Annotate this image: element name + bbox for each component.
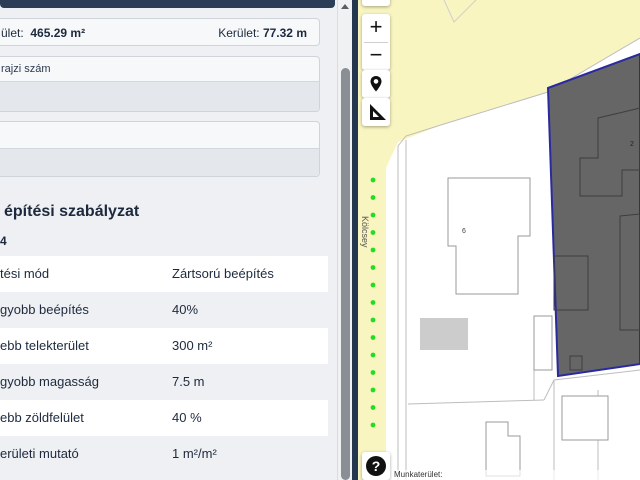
regulation-zone-code: 4 xyxy=(0,234,7,248)
table-row: gyobb beépítés 40% xyxy=(0,292,328,328)
table-row: tési mód Zártsorú beépítés xyxy=(0,256,328,292)
map-attribution: Munkaterület: xyxy=(392,470,640,480)
boundary-dot xyxy=(370,352,376,358)
row-key: gyobb magasság xyxy=(0,374,100,389)
locate-button[interactable] xyxy=(362,70,390,98)
row-key: ebb zöldfelület xyxy=(0,410,84,425)
boundary-dot xyxy=(370,177,376,183)
topographic-number-field: rajzi szám xyxy=(0,56,320,112)
zoom-in-button[interactable]: + xyxy=(362,14,390,42)
table-row: ebb zöldfelület 40 % xyxy=(0,400,328,436)
boundary-dots xyxy=(370,177,376,428)
second-field-value[interactable] xyxy=(0,148,319,176)
scrollbar-thumb[interactable] xyxy=(341,68,350,480)
road-label: Kölcsey xyxy=(360,216,370,248)
table-row: erületi mutató 1 m²/m² xyxy=(0,436,328,472)
map-view[interactable]: Kölcsey 6 2 + − ? Munkaterület: xyxy=(358,0,640,480)
row-key: ebb telekterület xyxy=(0,338,89,353)
building-number: 6 xyxy=(462,228,466,235)
row-value: 40 % xyxy=(172,410,202,425)
panel-header-bar xyxy=(0,0,335,8)
area-value: 465.29 m² xyxy=(30,26,86,40)
map-tool-top[interactable] xyxy=(362,0,390,6)
map-pin-icon xyxy=(370,76,382,92)
boundary-dot xyxy=(370,195,376,200)
second-field xyxy=(0,121,320,177)
row-value: Zártsorú beépítés xyxy=(172,266,274,281)
row-value: 7.5 m xyxy=(172,374,205,389)
topographic-number-label: rajzi szám xyxy=(1,63,51,75)
boundary-dot xyxy=(370,230,376,235)
boundary-dot xyxy=(370,300,376,305)
boundary-dot xyxy=(370,335,376,340)
panel-scrollbar[interactable] xyxy=(337,0,352,480)
info-panel: ület: 465.29 m² Kerület: 77.32 m rajzi s… xyxy=(0,0,352,480)
table-row: gyobb magasság 7.5 m xyxy=(0,364,328,400)
boundary-dot xyxy=(370,317,376,323)
zoom-out-button[interactable]: − xyxy=(362,42,390,70)
attribution-text: Munkaterület: xyxy=(394,470,443,479)
boundary-dot xyxy=(370,265,376,270)
map-canvas[interactable]: Kölcsey 6 2 xyxy=(358,0,640,480)
row-value: 1 m²/m² xyxy=(172,446,217,461)
area-perimeter-box: ület: 465.29 m² Kerület: 77.32 m xyxy=(0,18,320,46)
row-value: 40% xyxy=(172,302,199,317)
set-square-icon xyxy=(370,104,386,120)
row-key: erületi mutató xyxy=(0,446,79,461)
row-value: 300 m² xyxy=(172,338,213,353)
zoom-control: + − xyxy=(362,14,390,70)
measure-button[interactable] xyxy=(362,98,390,126)
boundary-dot xyxy=(370,370,376,375)
boundary-dot xyxy=(370,387,376,393)
perimeter-readout: Kerület: 77.32 m xyxy=(218,26,307,40)
row-key: gyobb beépítés xyxy=(0,302,89,317)
parcel-number: 2 xyxy=(630,141,634,148)
row-key: tési mód xyxy=(0,266,50,281)
area-readout: ület: 465.29 m² xyxy=(1,26,86,40)
perimeter-value: 77.32 m xyxy=(262,26,307,40)
blurred-building xyxy=(420,318,468,350)
table-row: ebb telekterület 300 m² xyxy=(0,328,328,364)
scroll-up-arrow-icon[interactable] xyxy=(341,4,349,9)
boundary-dot xyxy=(370,212,376,218)
help-button[interactable]: ? xyxy=(362,452,390,480)
question-icon: ? xyxy=(366,456,386,476)
boundary-dot xyxy=(370,247,376,253)
boundary-dot xyxy=(370,405,376,410)
boundary-dot xyxy=(370,282,376,288)
topographic-number-value[interactable] xyxy=(0,81,319,111)
boundary-dot xyxy=(370,422,376,428)
regulation-title: építési szabályzat xyxy=(4,203,140,220)
